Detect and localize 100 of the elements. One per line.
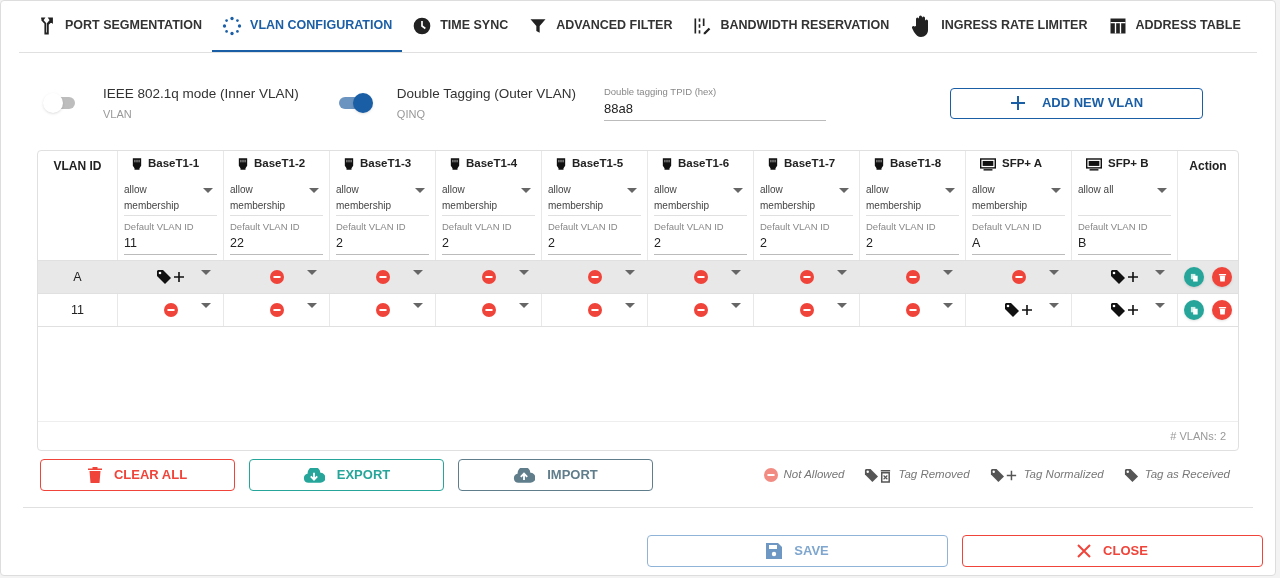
tab[interactable]: VLAN CONFIGURATION [212,1,403,52]
select-value: allow membership [972,183,1029,213]
field-value: A [972,235,982,253]
trash-icon [1217,305,1227,315]
tab[interactable]: TIME SYNC [402,1,519,52]
vlan-id-cell-text: 11 [71,301,84,319]
mode-sublabel: VLAN [103,106,133,122]
select-value: allow membership [654,183,711,213]
dropdown-caret-icon [943,270,953,275]
membership-select[interactable]: allow membership [654,182,747,216]
membership-select[interactable]: allow membership [230,182,323,216]
dropdown-caret-icon [307,303,317,308]
field-label: Default VLAN ID [654,220,725,234]
ethernet-port-icon [556,158,566,170]
no-entry-icon [269,270,284,284]
copy-button[interactable] [1184,300,1204,320]
column-header: BaseT1-4 [466,156,518,172]
tag-plus-icon [1003,302,1034,318]
ethernet-port-icon [768,158,778,170]
tab[interactable]: INGRESS RATE LIMITER [899,1,1098,52]
default-vlan-field[interactable]: Default VLAN ID 22 [230,220,323,255]
membership-select[interactable]: allow membership [124,182,217,216]
default-vlan-field[interactable]: Default VLAN ID 2 [760,220,853,255]
vlan-count: # VLANs: 2 [1170,428,1226,444]
tab[interactable]: BANDWIDTH RESERVATION [682,1,900,52]
column-header: SFP+ B [1108,156,1149,172]
dropdown-caret-icon [837,270,847,275]
membership-select[interactable]: allow membership [336,182,429,216]
dropdown-caret-icon [201,303,211,308]
tag-plus-icon [1109,302,1140,318]
tab[interactable]: PORT SEGMENTATION [27,1,213,52]
default-vlan-field[interactable]: Default VLAN ID A [972,220,1065,255]
tab[interactable]: ADVANCED FILTER [518,1,683,52]
column-header: BaseT1-5 [572,156,624,172]
table-row[interactable]: A [38,261,1238,294]
delete-button[interactable] [1212,267,1232,287]
select-value: allow membership [548,183,605,213]
membership-select[interactable]: allow membership [548,182,641,216]
column-header: SFP+ A [1002,156,1043,172]
mode-sublabel: QINQ [396,106,426,122]
import-button[interactable]: IMPORT [458,459,653,491]
tag-plus-icon [989,467,1018,483]
dropdown-caret-icon [943,303,953,308]
membership-select[interactable]: allow membership [866,182,959,216]
default-vlan-field[interactable]: Default VLAN ID B [1078,220,1171,255]
ethernet-port-icon [132,158,142,170]
default-vlan-field[interactable]: Default VLAN ID 2 [442,220,535,255]
dropdown-caret-icon [413,303,423,308]
dropdown-caret-icon [203,188,213,193]
toggle-switch[interactable] [43,91,77,112]
dropdown-caret-icon [519,303,529,308]
clear-button[interactable]: CLEAR ALL [40,459,235,491]
membership-select[interactable]: allow membership [972,182,1065,216]
legend-label: Tag Removed [898,467,970,483]
tag-icon [1123,467,1139,483]
dotted-circle-icon [222,15,243,36]
no-entry-icon [763,468,778,482]
no-entry-icon [481,270,496,284]
default-vlan-field[interactable]: Default VLAN ID 2 [654,220,747,255]
delete-button[interactable] [1212,300,1232,320]
column-header: BaseT1-2 [254,156,306,172]
copy-icon [1189,272,1199,282]
dropdown-caret-icon [945,188,955,193]
default-vlan-field[interactable]: Default VLAN ID 2 [336,220,429,255]
table-row[interactable]: 11 [38,294,1238,327]
copy-button[interactable] [1184,267,1204,287]
field-label: Default VLAN ID [548,220,619,234]
tab[interactable]: ADDRESS TABLE [1097,1,1251,52]
no-entry-icon [375,270,390,284]
membership-select[interactable]: allow membership [760,182,853,216]
field-label: Default VLAN ID [230,220,301,234]
select-value: allow all [1078,183,1115,197]
add-vlan-button[interactable]: ADD NEW VLAN [950,87,1203,119]
no-entry-icon [587,303,602,317]
membership-select[interactable]: allow membership [442,182,535,216]
legend-label: Not Allowed [783,467,845,483]
dropdown-caret-icon [1049,270,1059,275]
dropdown-caret-icon [733,188,743,193]
close-button[interactable]: CLOSE [962,535,1263,567]
dropdown-caret-icon [731,303,741,308]
field-value: 2 [548,235,556,253]
column-header: BaseT1-7 [784,156,836,172]
column-header: VLAN ID [53,158,102,175]
field-label: Default VLAN ID [1078,220,1149,234]
vlan-id-cell-text: A [73,268,82,286]
ethernet-port-icon [874,158,884,170]
membership-select[interactable]: allow all [1078,182,1171,216]
default-vlan-field[interactable]: Default VLAN ID 11 [124,220,217,255]
tpid-field[interactable]: Double tagging TPID (hex) 88a8 [603,85,826,121]
select-value: allow membership [124,183,181,213]
no-entry-icon [269,303,284,317]
dropdown-caret-icon [521,188,531,193]
mode-label: IEEE 802.1q mode (Inner VLAN) [103,84,299,103]
no-entry-icon [587,270,602,284]
legend-label: Tag as Received [1144,467,1230,483]
ethernet-port-icon [238,158,248,170]
monitor-port-icon [1086,157,1102,171]
default-vlan-field[interactable]: Default VLAN ID 2 [548,220,641,255]
default-vlan-field[interactable]: Default VLAN ID 2 [866,220,959,255]
dropdown-caret-icon [1155,303,1165,308]
